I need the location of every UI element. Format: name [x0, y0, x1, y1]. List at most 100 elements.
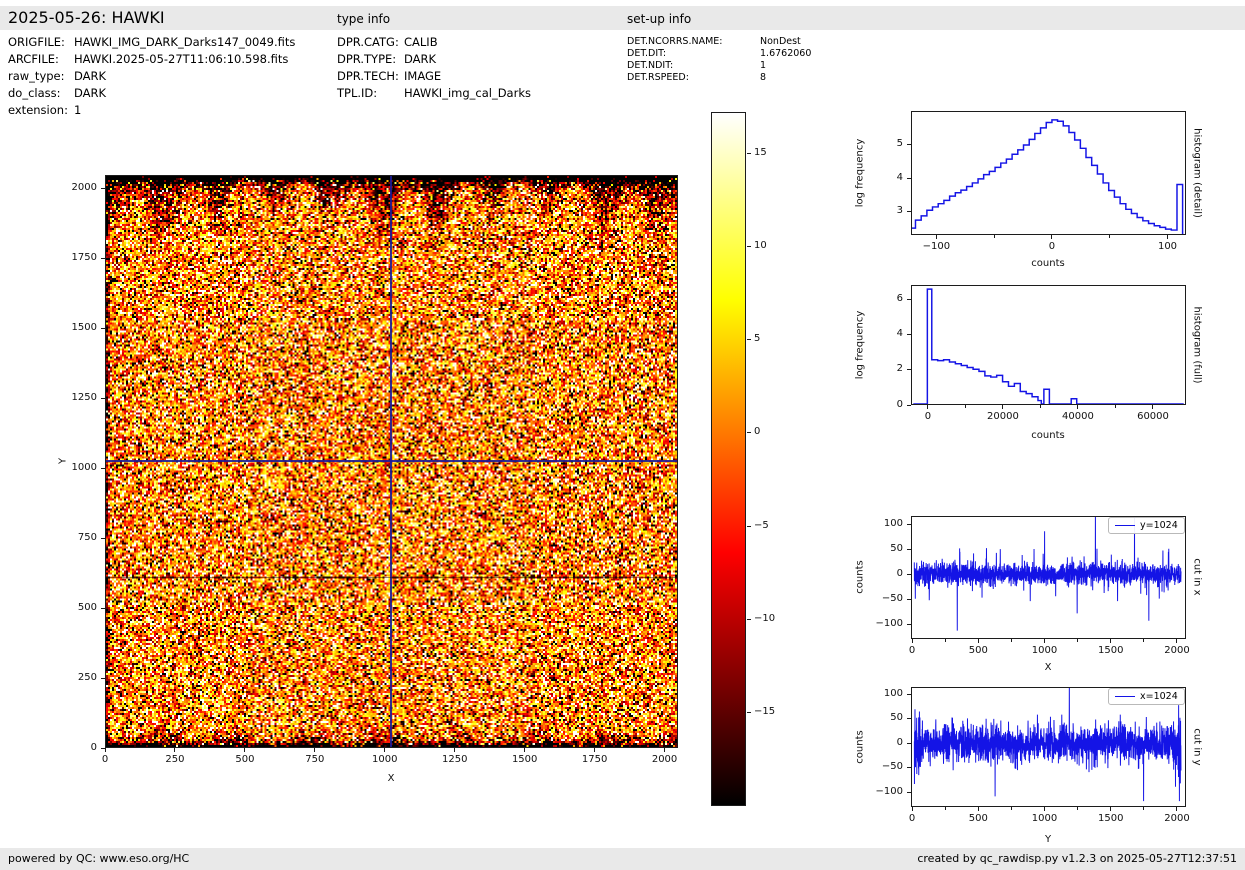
x-minor-tick [1143, 639, 1144, 642]
y-tick-label: 4 [859, 328, 903, 339]
file-info-label: ORIGFILE: [8, 34, 74, 51]
x-tick-label: 1750 [571, 754, 619, 765]
colorbar-tick [747, 712, 751, 713]
y-tick-label: 100 [859, 518, 903, 529]
colorbar-tick-label: 5 [754, 333, 760, 344]
cut-in-y-legend: x=1024 [1108, 688, 1185, 705]
x-minor-tick [1011, 807, 1012, 810]
y-tick-label: −50 [859, 593, 903, 604]
file-info-block: ORIGFILE:HAWKI_IMG_DARK_Darks147_0049.fi… [8, 34, 295, 119]
x-tick-label: 1250 [431, 754, 479, 765]
x-tick [664, 748, 665, 752]
type-info-value: HAWKI_img_cal_Darks [404, 85, 531, 102]
legend-line-sample [1115, 696, 1135, 697]
setup-info-row: DET.DIT:1.6762060 [627, 48, 811, 60]
x-minor-tick [1115, 405, 1116, 408]
x-tick [174, 748, 175, 752]
legend-label: y=1024 [1140, 520, 1178, 531]
dark-row-artifact-line [106, 577, 677, 578]
legend-label: x=1024 [1140, 691, 1178, 702]
y-tick [907, 792, 911, 793]
x-tick-label: 40000 [1054, 411, 1102, 422]
x-minor-tick [1143, 807, 1144, 810]
colorbar-tick [747, 432, 751, 433]
hist-full-side-label: histogram (full) [1192, 306, 1203, 383]
y-tick-label: 50 [859, 543, 903, 554]
y-tick [907, 574, 911, 575]
cut-in-y-side-label: cut in y [1192, 728, 1203, 765]
setup-info-value: 8 [760, 72, 766, 84]
x-tick [927, 405, 928, 409]
x-tick-label: 20000 [979, 411, 1027, 422]
footer-created-by: created by qc_rawdisp.py v1.2.3 on 2025-… [917, 848, 1237, 870]
x-tick [1152, 405, 1153, 409]
x-tick [1176, 807, 1177, 811]
y-tick-label: 2000 [53, 182, 97, 193]
y-tick-label: 750 [53, 532, 97, 543]
y-tick-label: 0 [859, 568, 903, 579]
setup-info-label: DET.RSPEED: [627, 72, 760, 84]
file-info-row: do_class:DARK [8, 85, 295, 102]
file-info-value: HAWKI_IMG_DARK_Darks147_0049.fits [74, 34, 295, 51]
x-tick-label: 2000 [641, 754, 689, 765]
type-info-label: TPL.ID: [337, 85, 404, 102]
x-tick [978, 807, 979, 811]
x-tick-label: 500 [954, 813, 1002, 824]
setup-info-label: DET.NDIT: [627, 60, 760, 72]
x-tick-label: 0 [904, 411, 952, 422]
file-info-value: HAWKI.2025-05-27T11:06:10.598.fits [74, 51, 288, 68]
type-info-row: DPR.TECH:IMAGE [337, 68, 531, 85]
file-info-value: 1 [74, 102, 81, 119]
x-minor-tick [1077, 639, 1078, 642]
x-tick [1044, 639, 1045, 643]
colorbar-tick-label: −5 [754, 520, 769, 531]
x-minor-tick [1109, 235, 1110, 238]
hist-detail-side-label: histogram (detail) [1192, 128, 1203, 218]
setup-info-row: DET.NDIT:1 [627, 60, 811, 72]
x-tick [1110, 807, 1111, 811]
y-tick-label: 1500 [53, 322, 97, 333]
x-minor-tick [1011, 639, 1012, 642]
file-info-row: raw_type:DARK [8, 68, 295, 85]
cut-in-y-panel [911, 687, 1186, 807]
type-info-row: DPR.CATG:CALIB [337, 34, 531, 51]
colorbar-tick-label: 0 [754, 426, 760, 437]
cut-in-x-legend: y=1024 [1108, 517, 1185, 534]
setup-info-block: DET.NCORRS.NAME:NonDestDET.DIT:1.6762060… [627, 36, 811, 84]
type-info-row: DPR.TYPE:DARK [337, 51, 531, 68]
type-info-block: DPR.CATG:CALIBDPR.TYPE:DARKDPR.TECH:IMAG… [337, 34, 531, 102]
x-tick-label: 100 [1144, 241, 1192, 252]
colorbar-tick [747, 619, 751, 620]
x-tick [1002, 405, 1003, 409]
type-info-value: IMAGE [404, 68, 441, 85]
x-tick-label: −100 [912, 241, 960, 252]
setup-info-label: DET.NCORRS.NAME: [627, 36, 760, 48]
y-tick [101, 328, 105, 329]
hist-full-xlabel: counts [1031, 430, 1064, 441]
type-info-label: DPR.CATG: [337, 34, 404, 51]
x-tick [912, 639, 913, 643]
y-tick-label: 1250 [53, 392, 97, 403]
y-tick-label: −50 [859, 761, 903, 772]
cut-in-y-xlabel: Y [1045, 834, 1051, 845]
setup-info-value: 1 [760, 60, 766, 72]
header-bar: 2025-05-26: HAWKI type info set-up info [0, 6, 1245, 30]
x-tick-label: 750 [291, 754, 339, 765]
y-tick [907, 524, 911, 525]
file-info-value: DARK [74, 85, 106, 102]
y-tick [907, 405, 911, 406]
x-minor-tick [1077, 807, 1078, 810]
cut-in-x-xlabel: X [1045, 662, 1052, 673]
x-tick [1077, 405, 1078, 409]
y-tick [907, 743, 911, 744]
type-info-value: DARK [404, 51, 436, 68]
footer-bar: powered by QC: www.eso.org/HC created by… [0, 848, 1245, 870]
x-tick [912, 807, 913, 811]
x-tick-label: 1000 [361, 754, 409, 765]
y-tick [907, 299, 911, 300]
x-tick-label: 2000 [1153, 813, 1201, 824]
y-tick [907, 718, 911, 719]
y-tick-label: 100 [859, 688, 903, 699]
y-tick [101, 398, 105, 399]
colorbar-tick [747, 526, 751, 527]
